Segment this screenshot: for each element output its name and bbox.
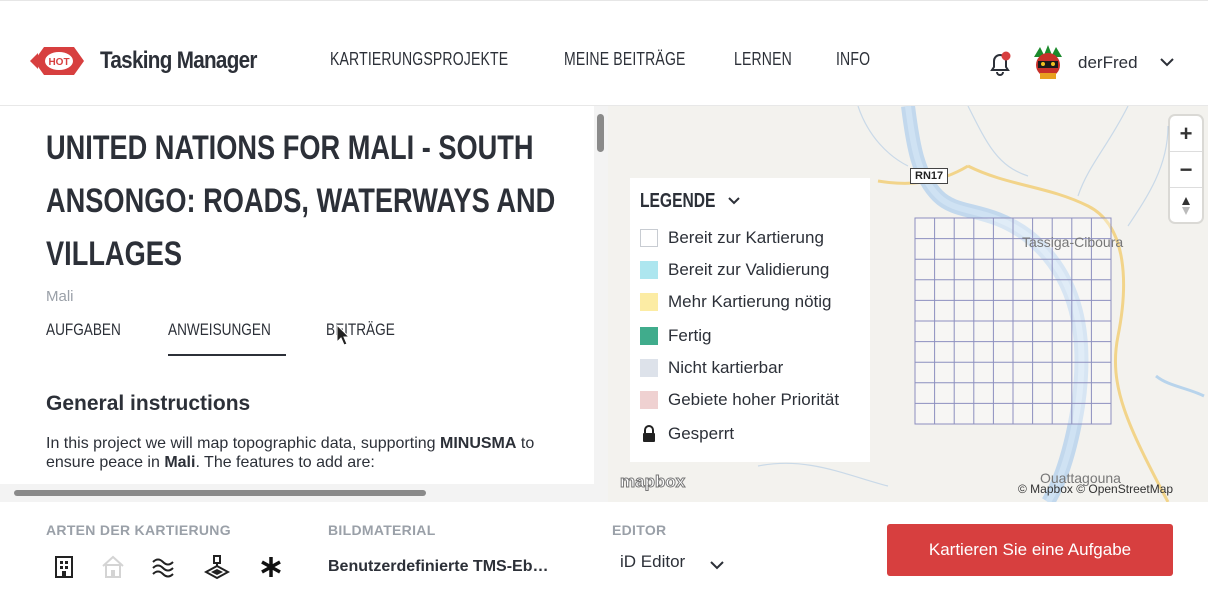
chevron-down-icon[interactable] — [1158, 55, 1176, 69]
username[interactable]: derFred — [1078, 53, 1138, 73]
house-icon — [102, 555, 124, 578]
instr-text: In this project we will map topographic … — [46, 435, 440, 452]
place-label: Tassiga-Cibourа — [1022, 234, 1124, 250]
legend-title[interactable]: LEGENDE — [640, 190, 715, 213]
horizontal-scrollbar-thumb[interactable] — [14, 490, 426, 496]
nav-about[interactable]: INFO — [836, 49, 870, 70]
top-navigation: HOT Tasking Manager KARTIERUNGSPROJEKTE … — [0, 0, 1208, 106]
compass-icon[interactable] — [1179, 195, 1193, 217]
nav-learn[interactable]: LERNEN — [734, 49, 792, 70]
other-icon — [261, 557, 281, 577]
mapping-types-label: ARTEN DER KARTIERUNG — [46, 522, 231, 538]
user-avatar[interactable] — [1030, 43, 1066, 81]
project-footer: ARTEN DER KARTIERUNG BILDMATERIAL Benutz… — [0, 502, 1208, 590]
legend-item: Gesperrt — [640, 422, 868, 446]
legend-swatch — [640, 359, 658, 377]
road-label: RN17 — [910, 168, 949, 184]
nav-my-contributions[interactable]: MEINE BEITRÄGE — [564, 49, 686, 70]
map-attribution[interactable]: © Mapbox © OpenStreetMap — [1018, 482, 1173, 496]
legend-item: Mehr Kartierung nötig — [640, 290, 868, 314]
legend-label: Gesperrt — [668, 424, 735, 443]
legend-label: Bereit zur Kartierung — [668, 228, 824, 247]
lock-icon — [643, 425, 655, 442]
legend-swatch — [640, 261, 658, 279]
legend-label: Bereit zur Validierung — [668, 260, 830, 279]
chevron-down-icon[interactable] — [708, 558, 726, 572]
imagery-label: BILDMATERIAL — [328, 522, 436, 538]
legend-item: Fertig — [640, 324, 868, 348]
legend-swatch — [640, 327, 658, 345]
title-line: ANSONGO: ROADS, WATERWAYS AND — [46, 182, 556, 220]
legend-label: Fertig — [668, 326, 712, 345]
tab-tasks[interactable]: AUFGABEN — [46, 320, 121, 340]
mouse-cursor-icon — [336, 324, 350, 346]
map-a-task-button[interactable]: Kartieren Sie eine Aufgabe — [887, 524, 1173, 576]
brand-name[interactable]: Tasking Manager — [100, 47, 257, 75]
legend-swatch — [640, 293, 658, 311]
vertical-scrollbar-thumb[interactable] — [597, 114, 604, 152]
legend-item: Nicht kartierbar — [640, 356, 868, 380]
legend-label: Gebiete hoher Priorität — [668, 390, 840, 409]
legend-item: Bereit zur Validierung — [640, 258, 868, 282]
active-tab-indicator — [168, 354, 286, 356]
waterway-icon — [152, 558, 174, 578]
legend-label: Nicht kartierbar — [668, 358, 784, 377]
editor-select[interactable]: iD Editor — [620, 552, 685, 572]
title-line: VILLAGES — [46, 235, 183, 273]
section-title: General instructions — [46, 392, 251, 415]
zoom-divider — [1170, 187, 1202, 188]
logo-text: HOT — [48, 57, 69, 68]
instr-bold-text: Mali — [164, 454, 196, 471]
legend-label: Mehr Kartierung nötig — [668, 292, 832, 311]
instr-text: . The features to add are: — [195, 454, 375, 471]
map[interactable]: RN17 Tassiga-Cibourа Ouattagouna LEGENDE… — [608, 106, 1208, 502]
imagery-value: Benutzerdefinierte TMS-Eb… — [328, 558, 549, 575]
zoom-controls: + − — [1170, 116, 1202, 222]
legend-item: Gebiete hoher Priorität — [640, 388, 868, 412]
hot-logo-icon[interactable]: HOT — [30, 41, 88, 81]
notification-bell-icon[interactable] — [988, 51, 1012, 77]
map-legend: LEGENDE Bereit zur Kartierung Bereit zur… — [630, 178, 870, 462]
zoom-out-button[interactable]: − — [1170, 152, 1202, 187]
vertical-scrollbar-track[interactable] — [594, 106, 608, 502]
project-title: UNITED NATIONS FOR MALI - SOUTH ANSONGO:… — [46, 122, 556, 281]
legend-swatch — [640, 229, 658, 247]
tab-instructions[interactable]: ANWEISUNGEN — [168, 320, 271, 340]
chevron-down-icon[interactable] — [726, 194, 742, 208]
mapbox-logo[interactable]: mapbox — [619, 472, 685, 492]
project-panel: UNITED NATIONS FOR MALI - SOUTH ANSONGO:… — [0, 106, 608, 502]
building-icon — [55, 556, 73, 578]
instructions-text: In this project we will map topographic … — [46, 434, 586, 472]
nav-projects[interactable]: KARTIERUNGSPROJEKTE — [330, 49, 508, 70]
legend-swatch — [640, 391, 658, 409]
project-country: Mali — [46, 288, 74, 305]
zoom-in-button[interactable]: + — [1170, 116, 1202, 151]
legend-item: Bereit zur Kartierung — [640, 226, 868, 250]
title-line: UNITED NATIONS FOR MALI - SOUTH — [46, 129, 534, 167]
editor-label: EDITOR — [612, 522, 667, 538]
instr-bold-text: MINUSMA — [440, 435, 517, 452]
landuse-icon — [204, 555, 230, 580]
